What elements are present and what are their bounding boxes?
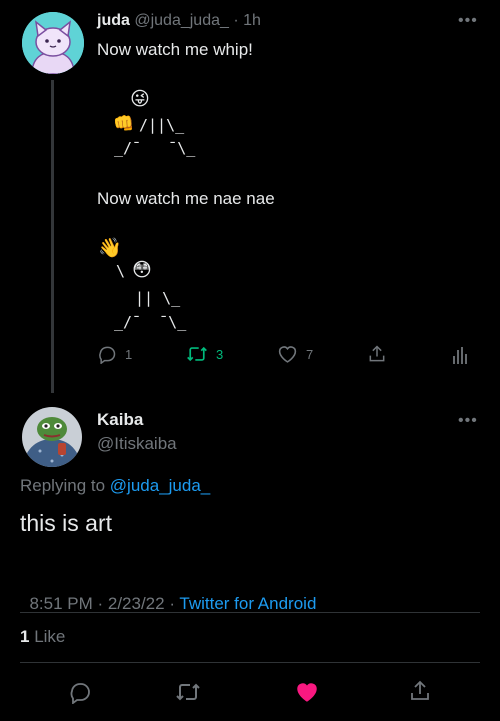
ascii-nae-arm: \ (116, 262, 126, 280)
heart-icon[interactable] (277, 344, 298, 364)
replying-to: Replying to @juda_juda_ (20, 476, 210, 496)
replying-to-label: Replying to (20, 476, 106, 495)
retweet-action[interactable]: 3 (186, 344, 223, 364)
ascii-nae-body: || \_ (135, 289, 181, 307)
likes-count: 1 (20, 627, 30, 646)
winking-tongue-emoji: 😜 (130, 88, 150, 110)
reply-source[interactable]: Twitter for Android (179, 594, 316, 613)
ascii-nae-legs: _/¯ ¯\_ (114, 313, 187, 331)
reply-meta: 8:51 PM · 2/23/22 · Twitter for Android (20, 574, 316, 614)
tweet-header: juda @juda_juda_ · 1h (97, 12, 261, 30)
likes-summary[interactable]: 1 Like (20, 627, 65, 647)
reply-author-name[interactable]: Kaiba (97, 410, 143, 430)
reply-author-handle[interactable]: @Itiskaiba (97, 434, 177, 454)
author-handle[interactable]: @juda_juda_ (134, 12, 229, 29)
reply-action[interactable]: 1 (97, 344, 132, 364)
tweet-text-line2: Now watch me nae nae (97, 189, 275, 208)
like-count: 7 (306, 346, 314, 362)
fist-emoji: 👊 (113, 114, 135, 134)
analytics-icon[interactable] (452, 345, 468, 365)
waving-hand-emoji: 👋 (98, 237, 122, 259)
author-name[interactable]: juda (97, 12, 130, 29)
share-icon[interactable] (367, 344, 387, 364)
reply-count: 1 (125, 346, 133, 362)
like-action[interactable]: 7 (277, 344, 313, 364)
retweet-icon[interactable] (186, 344, 208, 364)
reply-icon[interactable] (97, 344, 117, 364)
like-button-heart-icon[interactable] (294, 680, 320, 704)
reply-more-options-icon[interactable]: ••• (458, 412, 478, 430)
share-button-icon[interactable] (408, 679, 432, 703)
tweet-text-line1: Now watch me whip! (97, 40, 253, 59)
retweet-count: 3 (216, 346, 224, 362)
ascii-whip-legs: _/¯ ¯\_ (114, 139, 196, 157)
replying-to-handle[interactable]: @juda_juda_ (110, 476, 210, 495)
divider (20, 662, 480, 663)
author-avatar[interactable] (22, 12, 84, 74)
more-options-icon[interactable]: ••• (458, 12, 478, 30)
reply-author-avatar[interactable] (22, 407, 82, 467)
likes-label: Like (34, 627, 66, 646)
reply-button-icon[interactable] (68, 680, 92, 704)
tweet-time[interactable]: · 1h (233, 12, 261, 29)
thread-connector-line (51, 80, 54, 393)
reply-text: this is art (20, 510, 113, 536)
retweet-button-icon[interactable] (175, 681, 201, 703)
divider (20, 612, 480, 613)
flushed-face-emoji: 😳 (132, 259, 152, 281)
reply-timestamp[interactable]: 8:51 PM · 2/23/22 · (29, 594, 179, 613)
ascii-whip-arms: /||\_ (139, 116, 185, 134)
